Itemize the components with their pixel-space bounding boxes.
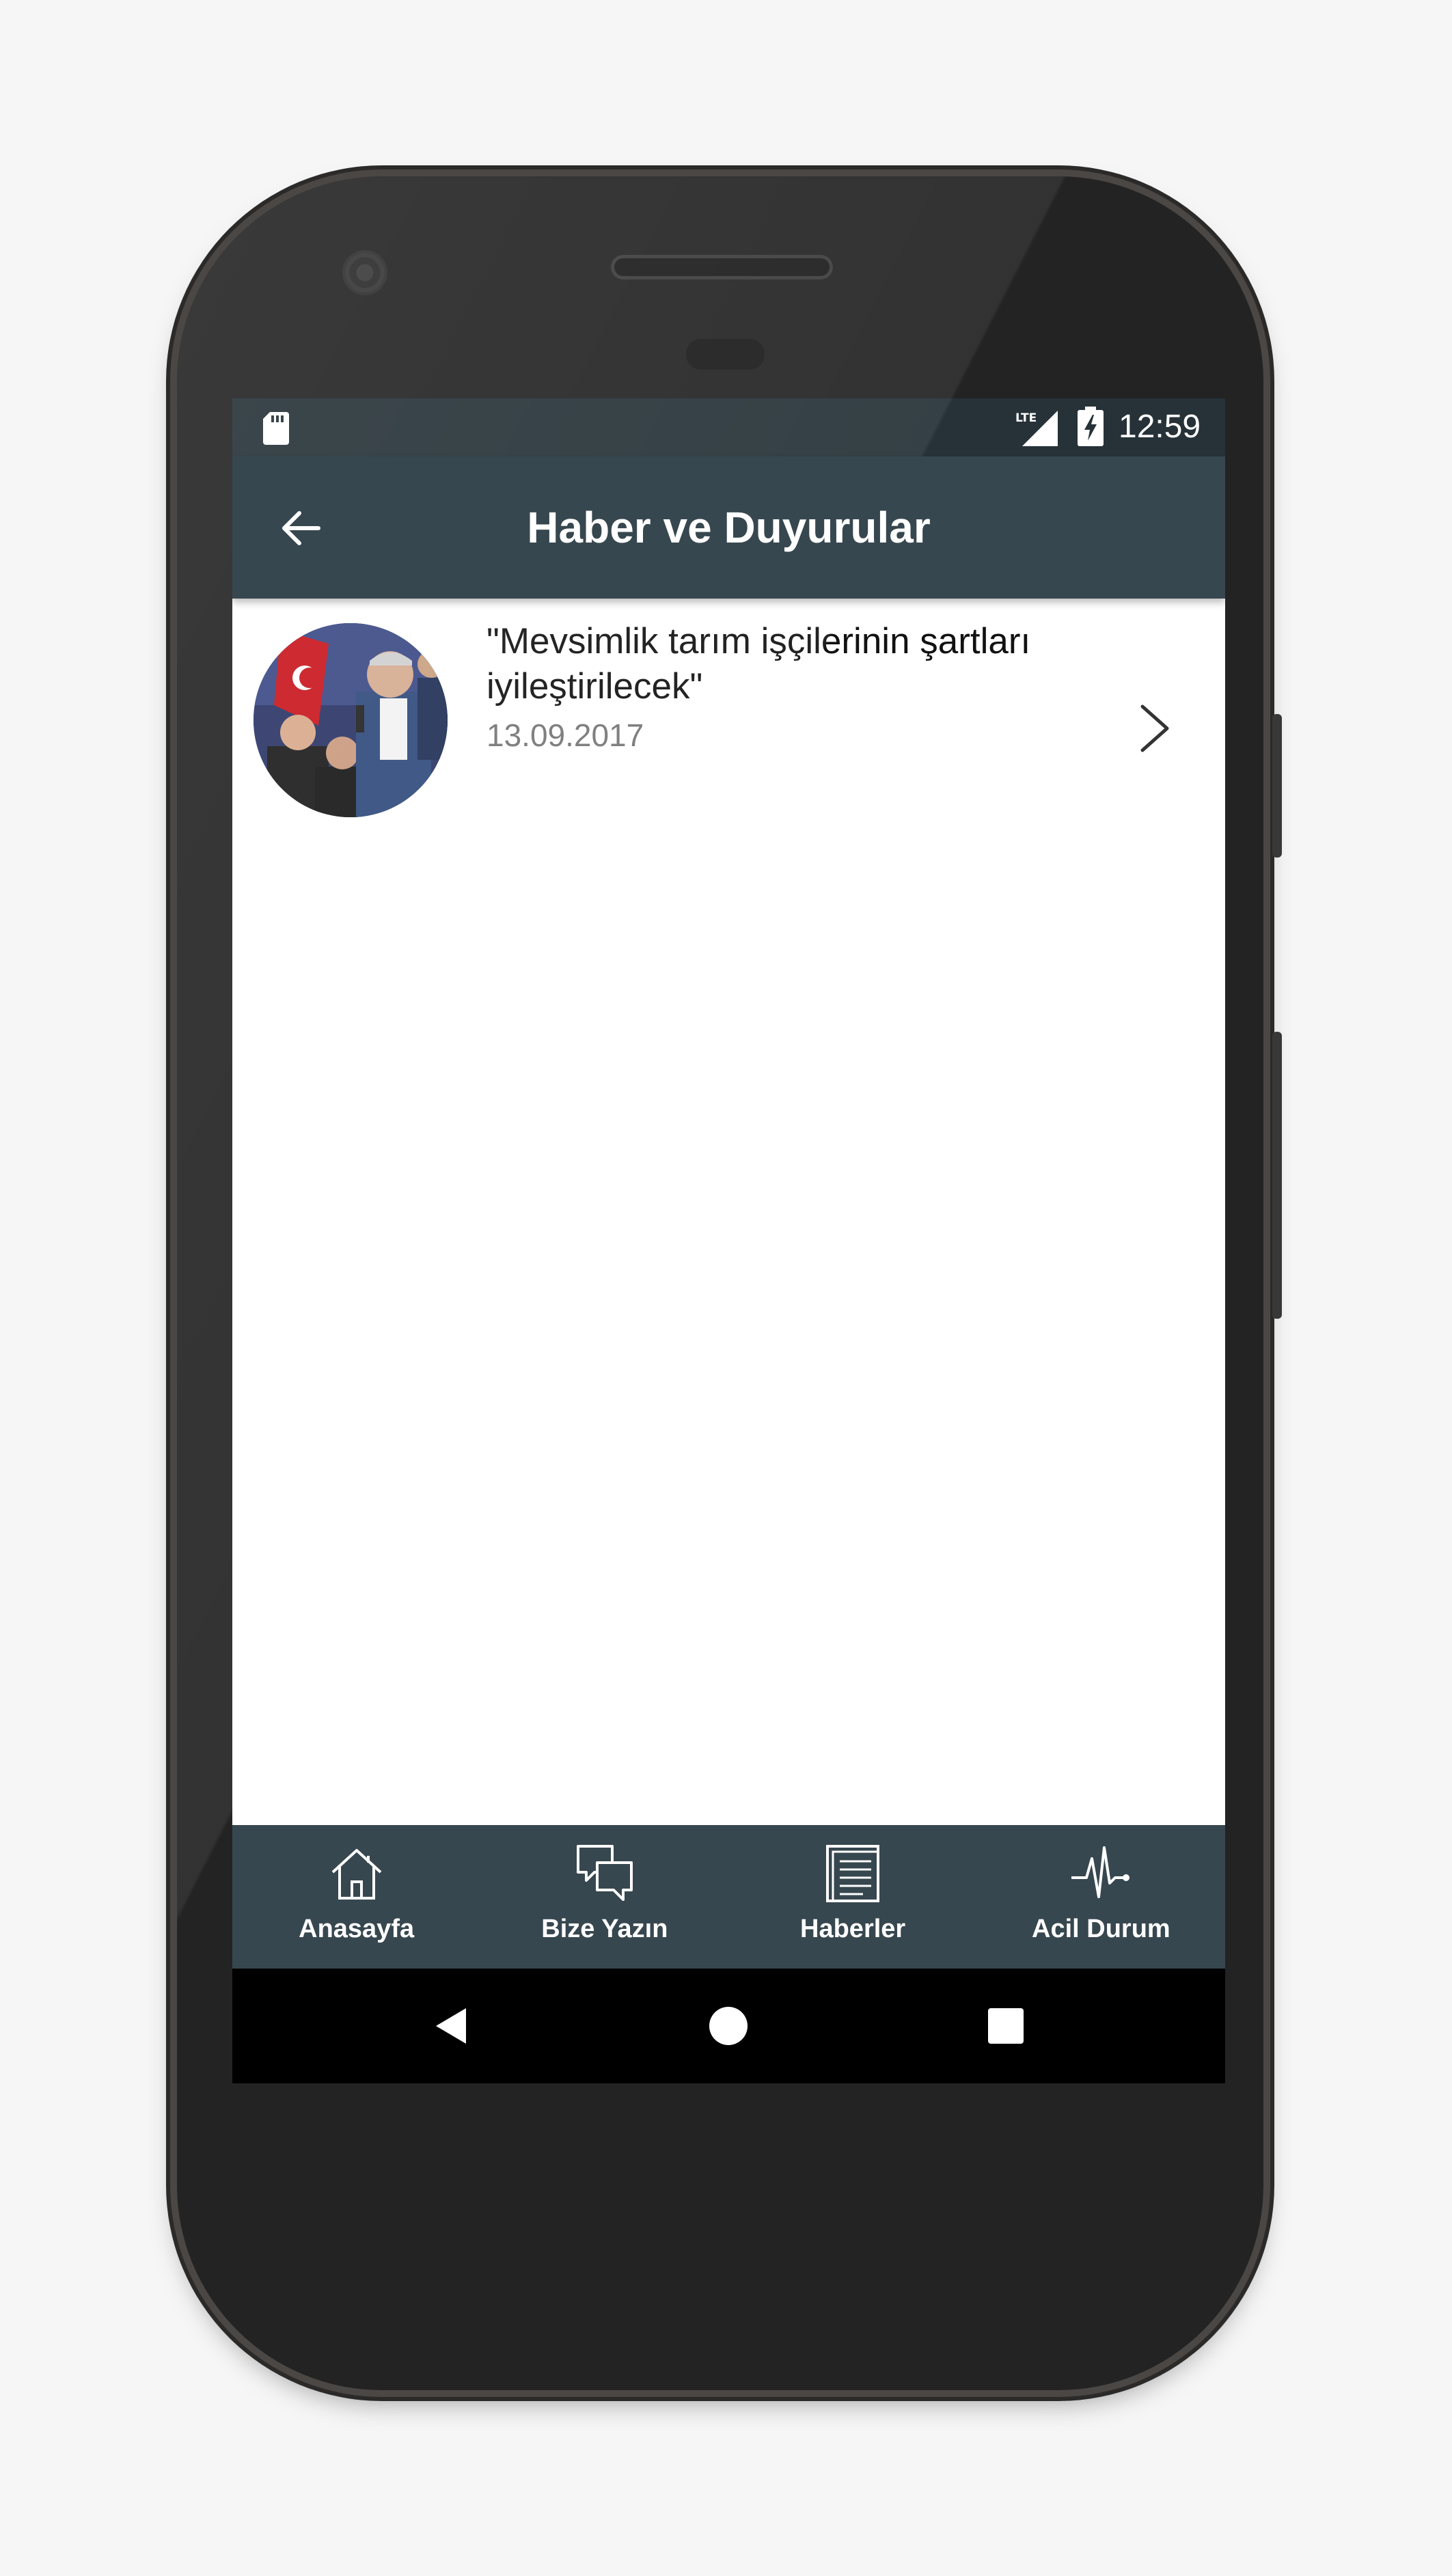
phone-frame: LTE 12:59 Haber ve Duyurular "Mevsimlik … [177, 176, 1263, 2390]
earpiece-speaker [611, 255, 833, 279]
system-navigation-bar [232, 1969, 1225, 2083]
app-bar: Haber ve Duyurular [232, 456, 1225, 599]
svg-text:LTE: LTE [1015, 411, 1037, 425]
battery-charging-icon [1078, 407, 1104, 446]
home-icon [331, 1849, 381, 1900]
proximity-sensor [686, 339, 765, 370]
bottom-navigation: Anasayfa Bize Yazın Haberler Acil Durum [232, 1825, 1225, 1969]
nav-label-acil-durum: Acil Durum [1032, 1915, 1170, 1943]
nav-item-bize-yazin[interactable]: Bize Yazın [480, 1825, 728, 1969]
status-bar: LTE 12:59 [232, 398, 1225, 456]
news-list: "Mevsimlik tarım işçilerinin şartları iy… [232, 599, 1225, 1825]
recents-square-icon[interactable] [985, 2005, 1026, 2046]
back-button[interactable] [270, 497, 331, 559]
home-circle-icon[interactable] [708, 2005, 749, 2046]
page-title: Haber ve Duyurular [527, 503, 931, 552]
nav-label-haberler: Haberler [800, 1915, 906, 1943]
list-item[interactable]: "Mevsimlik tarım işçilerinin şartları iy… [232, 599, 1225, 824]
front-camera [342, 250, 387, 295]
volume-button[interactable] [1272, 1032, 1282, 1319]
phone-chin [232, 2083, 1225, 2148]
nav-item-haberler[interactable]: Haberler [729, 1825, 977, 1969]
arrow-back-icon [282, 511, 320, 545]
nav-item-acil-durum[interactable]: Acil Durum [977, 1825, 1225, 1969]
newspaper-icon [826, 1845, 880, 1902]
news-date: 13.09.2017 [487, 717, 644, 753]
news-thumbnail [254, 623, 448, 817]
power-button[interactable] [1272, 714, 1282, 858]
chevron-right-icon [1140, 704, 1169, 752]
back-triangle-icon[interactable] [432, 2005, 473, 2046]
nav-item-anasayfa[interactable]: Anasayfa [232, 1825, 480, 1969]
news-photo-icon [254, 623, 448, 817]
news-title: "Mevsimlik tarım işçilerinin şartları iy… [487, 621, 1031, 707]
screen: LTE 12:59 Haber ve Duyurular "Mevsimlik … [232, 398, 1225, 2148]
sd-card-icon [263, 412, 289, 445]
heartbeat-icon [1071, 1846, 1130, 1898]
status-clock: 12:59 [1119, 409, 1201, 445]
nav-label-anasayfa: Anasayfa [299, 1915, 415, 1943]
lte-signal-icon: LTE [1015, 411, 1058, 446]
chat-bubbles-icon [576, 1845, 633, 1901]
nav-label-bize-yazin: Bize Yazın [541, 1915, 668, 1943]
